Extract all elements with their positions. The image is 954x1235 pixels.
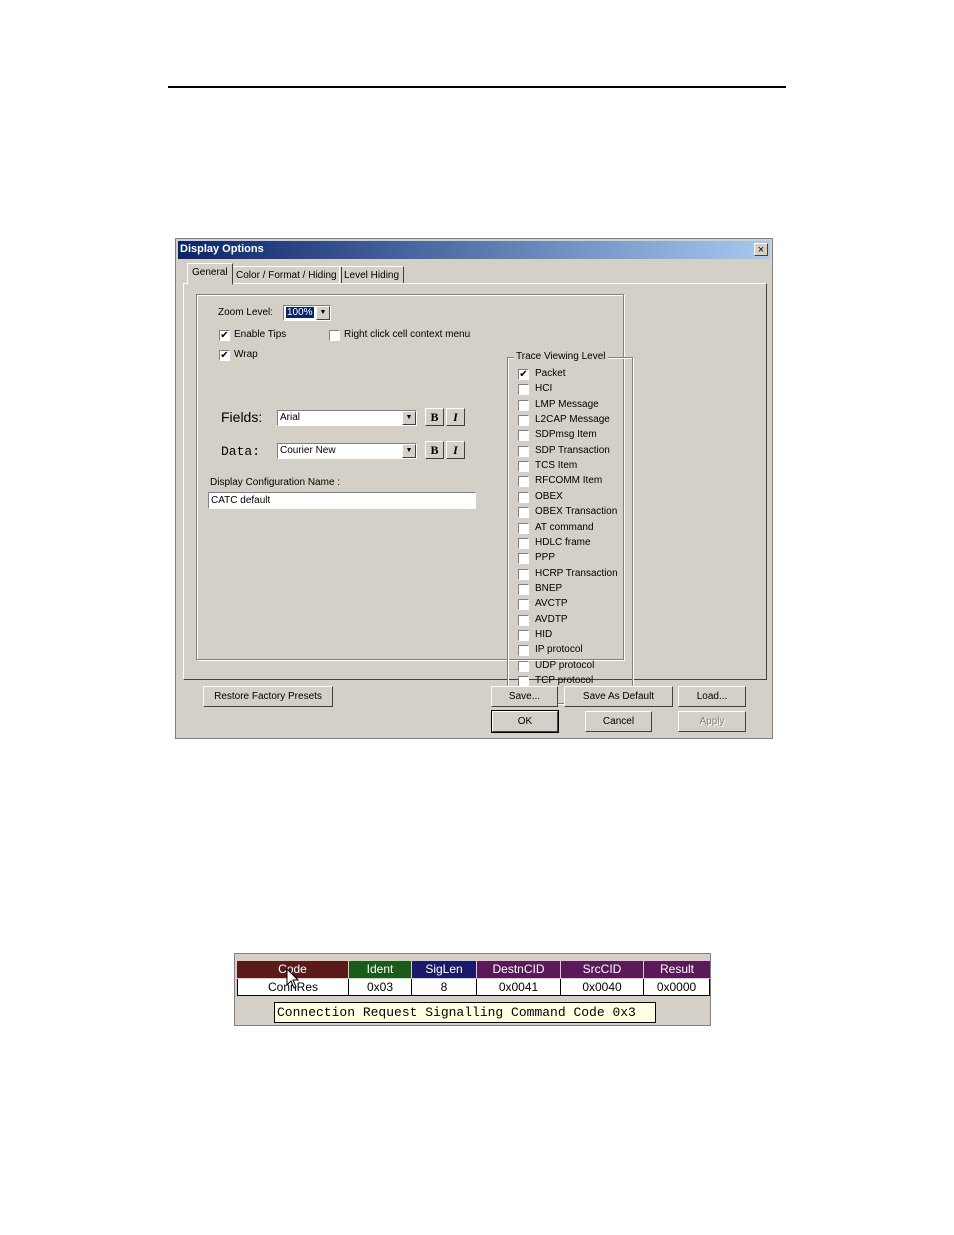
save-as-default-button[interactable]: Save As Default xyxy=(564,686,673,707)
trace-level-checkbox[interactable] xyxy=(518,384,529,396)
cell-destncid[interactable]: 0x0041 xyxy=(477,979,561,996)
trace-level-label: HCRP Transaction xyxy=(535,567,618,579)
right-click-menu-label: Right click cell context menu xyxy=(344,329,471,340)
packet-field-snippet: Code Ident SigLen DestnCID SrcCID Result… xyxy=(234,953,711,1026)
dialog-title: Display Options xyxy=(180,243,264,255)
trace-level-checkbox[interactable] xyxy=(518,645,529,657)
trace-level-label: IP protocol xyxy=(535,644,583,656)
trace-level-checkbox[interactable] xyxy=(518,553,529,565)
fields-bold-button[interactable]: B xyxy=(425,408,444,426)
trace-level-checkbox[interactable] xyxy=(518,430,529,442)
trace-level-checkbox[interactable] xyxy=(518,445,529,457)
trace-viewing-level-title: Trace Viewing Level xyxy=(514,351,608,362)
data-font-select[interactable]: Courier New ▼ xyxy=(277,443,417,459)
trace-level-checkbox[interactable] xyxy=(518,507,529,519)
page-header-rule xyxy=(168,86,786,88)
trace-level-label: SDPmsg Item xyxy=(535,429,597,441)
trace-level-label: AVDTP xyxy=(535,613,568,625)
trace-level-checkbox[interactable] xyxy=(518,583,529,595)
zoom-level-label: Zoom Level: xyxy=(218,307,274,318)
apply-button[interactable]: Apply xyxy=(678,711,746,732)
trace-level-checkbox[interactable] xyxy=(518,415,529,427)
data-italic-button[interactable]: I xyxy=(446,441,465,459)
cell-siglen[interactable]: 8 xyxy=(412,979,477,996)
tab-level-hiding[interactable]: Level Hiding xyxy=(339,266,405,284)
trace-level-checkbox[interactable] xyxy=(518,599,529,611)
trace-level-checkbox[interactable] xyxy=(518,491,529,503)
trace-level-label: BNEP xyxy=(535,582,563,594)
restore-factory-presets-button[interactable]: Restore Factory Presets xyxy=(203,686,333,707)
display-options-dialog: Display Options × General Color / Format… xyxy=(175,238,773,739)
trace-level-label: Packet xyxy=(535,368,566,379)
chevron-down-icon[interactable]: ▼ xyxy=(402,411,416,425)
trace-level-label: RFCOMM Item xyxy=(535,475,603,487)
trace-level-label: HDLC frame xyxy=(535,536,591,548)
chevron-down-icon[interactable]: ▼ xyxy=(316,306,330,320)
trace-level-checkbox[interactable] xyxy=(518,660,529,672)
trace-level-checkbox[interactable] xyxy=(518,461,529,473)
trace-level-label: AVCTP xyxy=(535,598,568,610)
zoom-level-select[interactable]: 100% ▼ xyxy=(283,305,331,321)
config-name-input[interactable]: CATC default xyxy=(208,492,476,509)
enable-tips-label: Enable Tips xyxy=(234,329,287,340)
trace-level-checkbox[interactable] xyxy=(518,399,529,411)
mouse-pointer-icon xyxy=(286,968,300,989)
trace-level-label: TCS Item xyxy=(535,460,578,472)
enable-tips-checkbox[interactable]: ✔ xyxy=(219,330,230,341)
title-bar[interactable]: Display Options × xyxy=(178,241,770,259)
fields-italic-button[interactable]: I xyxy=(446,408,465,426)
wrap-checkbox[interactable]: ✔ xyxy=(219,350,230,361)
trace-level-label: L2CAP Message xyxy=(535,414,610,426)
save-button[interactable]: Save... xyxy=(491,686,558,707)
cancel-button[interactable]: Cancel xyxy=(585,711,652,732)
data-bold-button[interactable]: B xyxy=(425,441,444,459)
header-destncid[interactable]: DestnCID xyxy=(477,961,560,978)
header-result[interactable]: Result xyxy=(644,961,710,978)
trace-level-label: UDP protocol xyxy=(535,659,595,671)
wrap-label: Wrap xyxy=(234,349,258,360)
trace-level-checkbox[interactable] xyxy=(518,476,529,488)
trace-level-label: AT command xyxy=(535,521,594,533)
config-name-label: Display Configuration Name : xyxy=(210,477,341,488)
chevron-down-icon[interactable]: ▼ xyxy=(402,444,416,458)
trace-level-checkbox[interactable] xyxy=(518,629,529,641)
trace-level-label: LMP Message xyxy=(535,398,599,410)
tab-general[interactable]: General xyxy=(187,263,233,285)
trace-level-label: SDP Transaction xyxy=(535,444,610,456)
load-button[interactable]: Load... xyxy=(678,686,746,707)
fields-label: Fields: xyxy=(221,409,263,425)
trace-level-checkbox[interactable] xyxy=(518,614,529,626)
tooltip: Connection Request Signalling Command Co… xyxy=(274,1002,656,1023)
general-settings-box: Zoom Level: 100% ▼ ✔ Enable Tips ✔ Wrap … xyxy=(196,294,633,704)
header-srccid[interactable]: SrcCID xyxy=(561,961,643,978)
trace-level-checkbox[interactable] xyxy=(518,568,529,580)
trace-level-checkbox[interactable] xyxy=(518,522,529,534)
trace-level-label: TCP protocol xyxy=(535,675,594,686)
data-label: Data: xyxy=(221,444,261,459)
right-click-menu-checkbox[interactable] xyxy=(329,330,340,341)
trace-level-checkbox[interactable] xyxy=(518,537,529,549)
trace-viewing-level-group: Trace Viewing Level ✔ Packet HCI LMP Messag… xyxy=(507,351,633,704)
trace-level-label: HCI xyxy=(535,383,553,395)
cell-ident[interactable]: 0x03 xyxy=(349,979,412,996)
trace-level-label: HID xyxy=(535,628,553,640)
tab-color-format-hiding[interactable]: Color / Format / Hiding xyxy=(231,266,342,284)
close-icon[interactable]: × xyxy=(754,243,768,256)
fields-font-select[interactable]: Arial ▼ xyxy=(277,410,417,426)
trace-level-checkbox[interactable]: ✔ xyxy=(518,369,529,380)
ok-button[interactable]: OK xyxy=(491,710,559,733)
header-ident[interactable]: Ident xyxy=(349,961,411,978)
trace-level-label: OBEX Transaction xyxy=(535,506,618,518)
header-siglen[interactable]: SigLen xyxy=(412,961,476,978)
cell-result[interactable]: 0x0000 xyxy=(644,979,710,996)
trace-level-label: OBEX xyxy=(535,490,563,502)
cell-srccid[interactable]: 0x0040 xyxy=(561,979,644,996)
trace-level-label: PPP xyxy=(535,552,556,564)
